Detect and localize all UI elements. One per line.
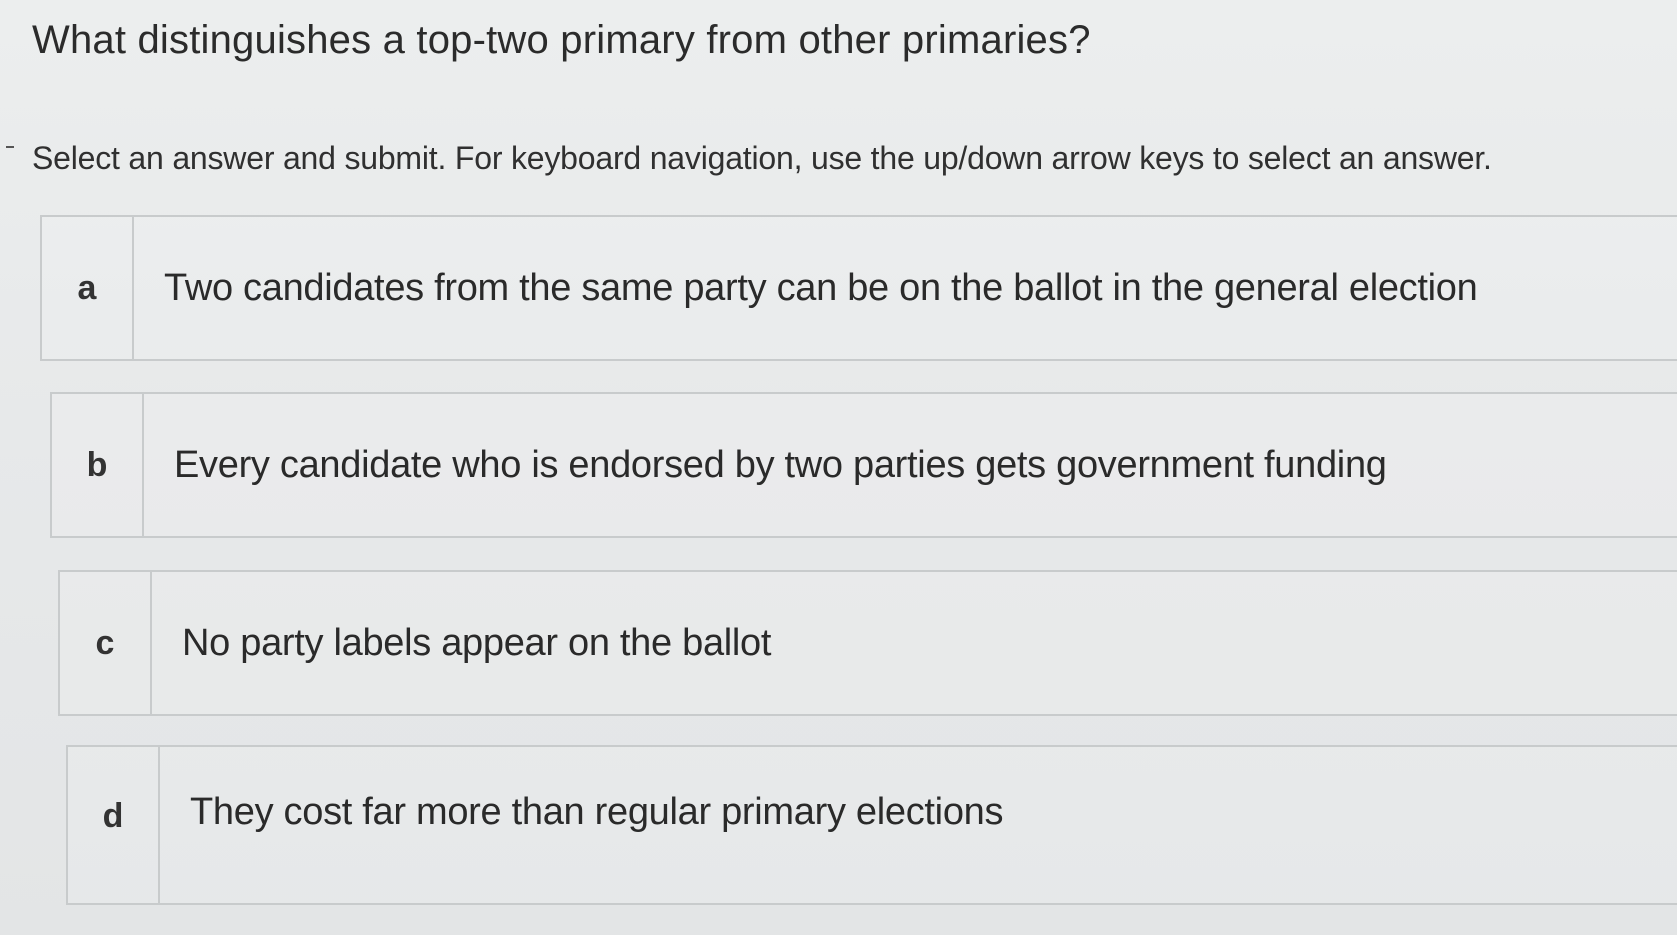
answer-choice-c[interactable]: c No party labels appear on the ballot [58, 570, 1677, 716]
instructions-dash [6, 146, 14, 148]
answer-choice-a[interactable]: a Two candidates from the same party can… [40, 215, 1677, 361]
choice-letter-cell: b [52, 394, 144, 536]
choice-text: Two candidates from the same party can b… [164, 266, 1478, 309]
choice-text: Every candidate who is endorsed by two p… [174, 443, 1387, 486]
choice-letter: a [77, 268, 97, 307]
choice-letter-cell: d [68, 747, 160, 903]
instructions-text: Select an answer and submit. For keyboar… [32, 140, 1492, 176]
choice-text: They cost far more than regular primary … [190, 791, 1004, 833]
choice-text: No party labels appear on the ballot [182, 621, 772, 664]
choice-letter: d [102, 797, 124, 835]
choice-letter: b [86, 445, 108, 484]
answer-choice-d[interactable]: d They cost far more than regular primar… [66, 745, 1677, 905]
choice-letter-cell: c [60, 572, 152, 714]
choice-letter-cell: a [42, 217, 134, 359]
question-title: What distinguishes a top-two primary fro… [32, 18, 1091, 62]
answer-choice-b[interactable]: b Every candidate who is endorsed by two… [50, 392, 1677, 538]
choice-letter: c [95, 623, 115, 662]
